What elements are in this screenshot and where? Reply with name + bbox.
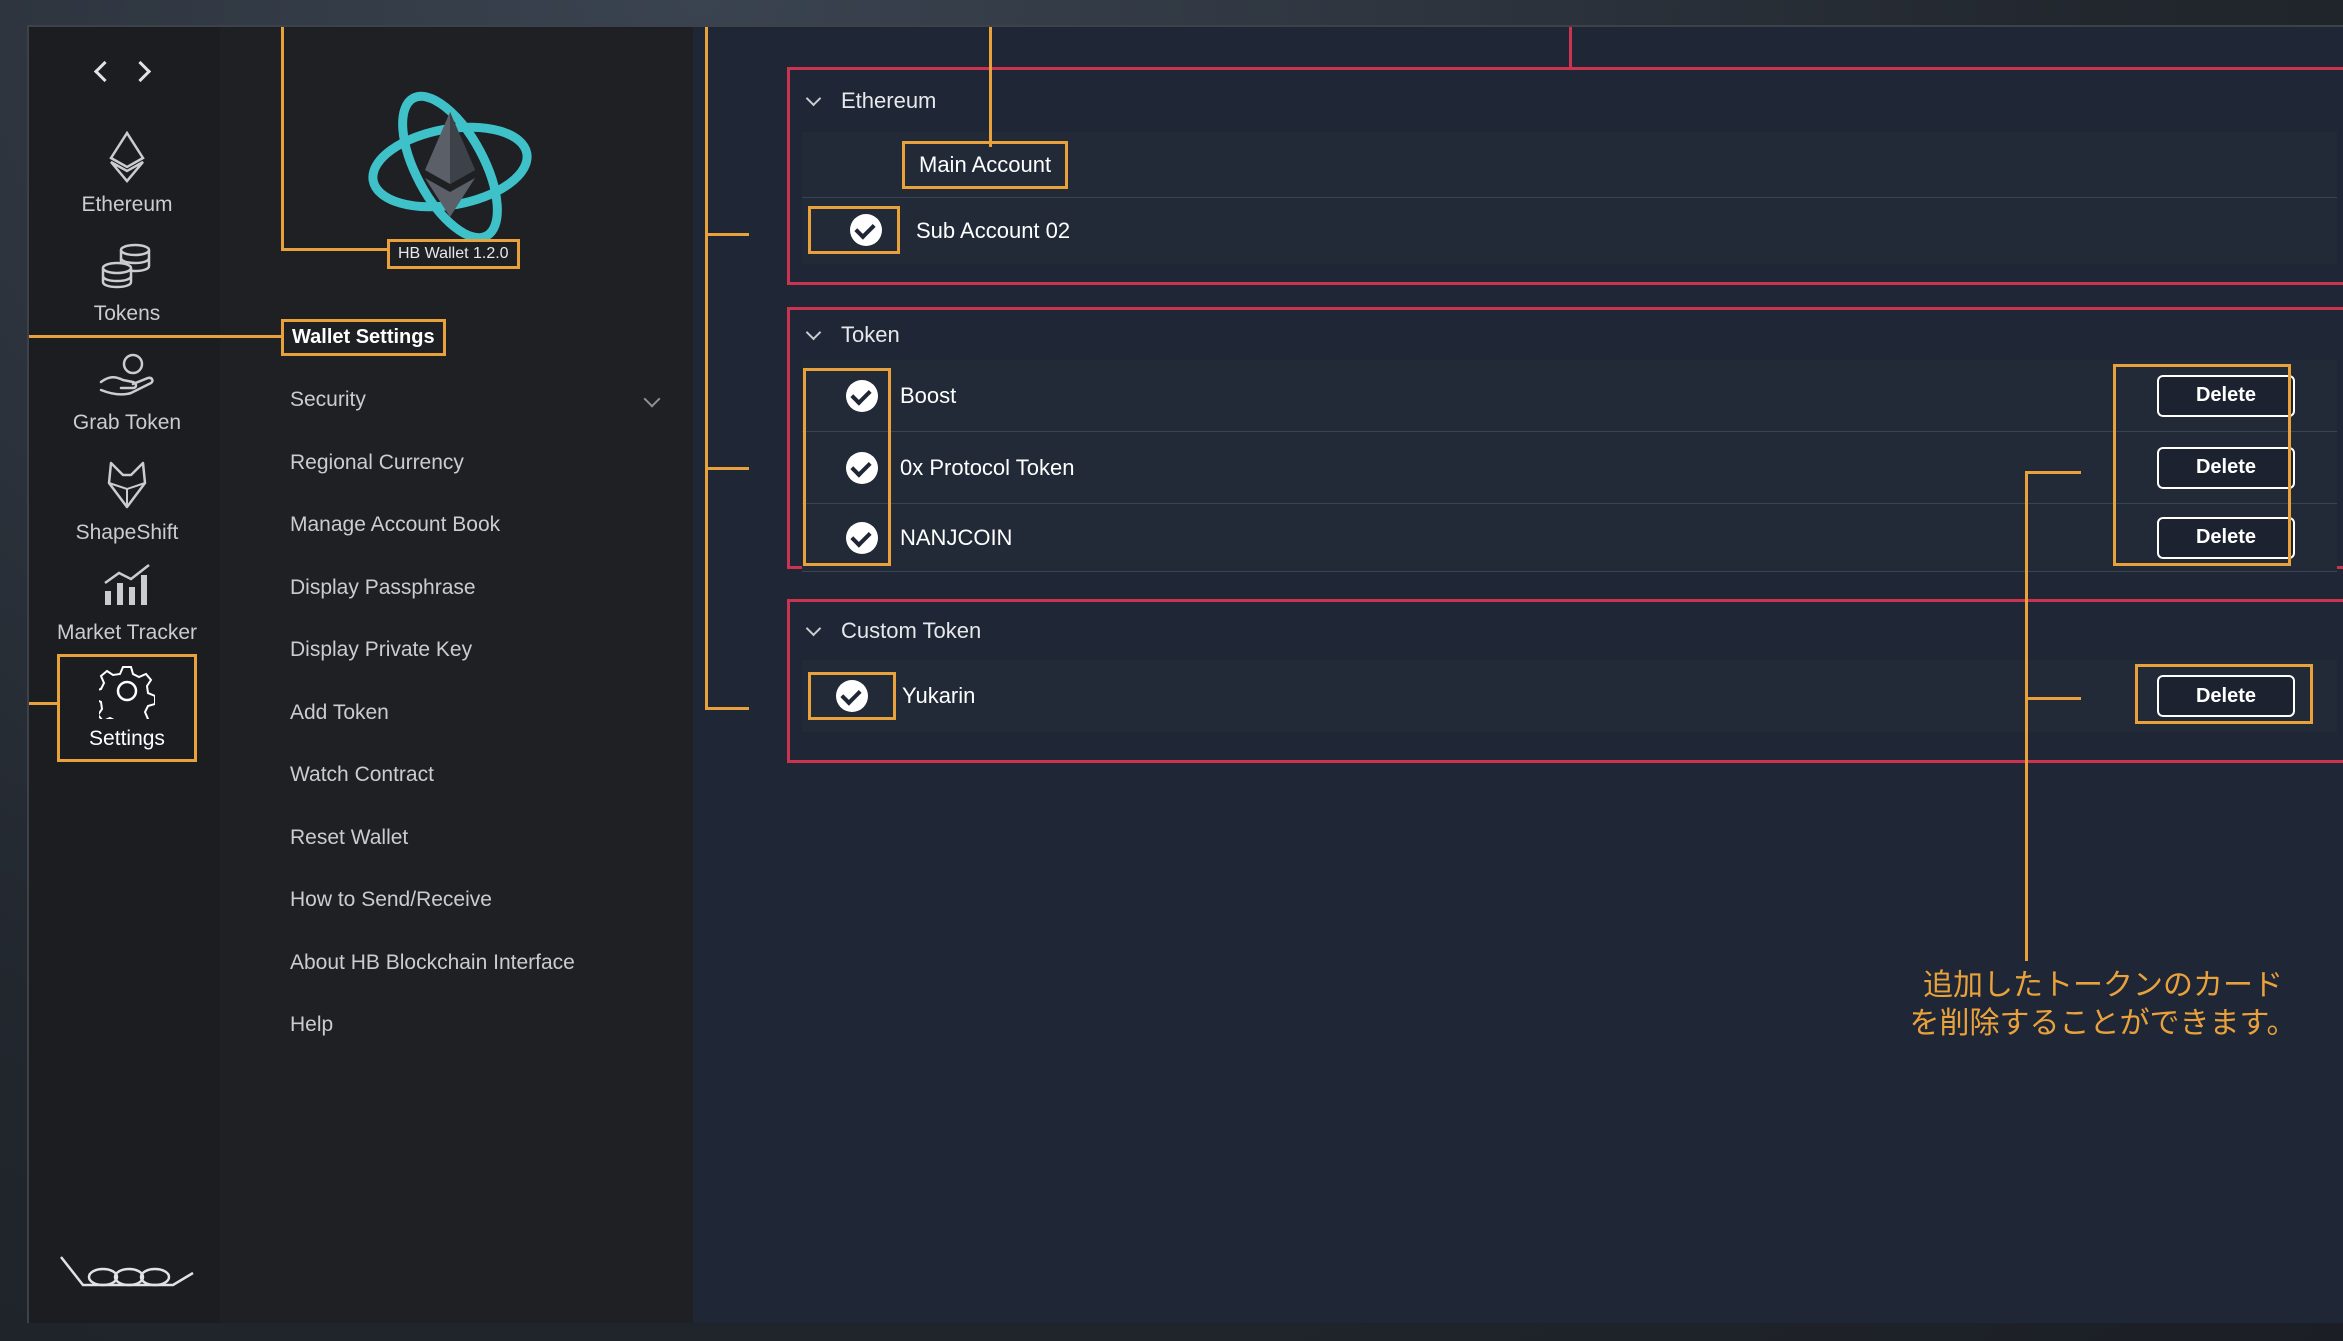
annotation-connector — [281, 248, 389, 251]
ethereum-icon — [97, 127, 157, 187]
main-account-label: Main Account — [902, 140, 1069, 189]
rail-item-grab-token[interactable]: Grab Token — [57, 335, 197, 443]
annotation-line: を削除することができます。 — [1909, 1006, 2297, 1041]
checkmark-icon[interactable] — [836, 680, 868, 712]
chevron-down-icon — [805, 90, 822, 106]
custom-token-check-frame — [808, 672, 896, 720]
annotation-connector — [29, 335, 281, 338]
wallet-settings-title: Wallet Settings — [281, 319, 446, 356]
token-row[interactable]: Boost Delete — [802, 360, 2337, 432]
menu-item-manage-account-book[interactable]: Manage Account Book — [290, 510, 670, 573]
coins-stack-icon — [97, 236, 157, 296]
annotation-connector — [29, 702, 57, 705]
menu-item-how-to-send-receive[interactable]: How to Send/Receive — [290, 885, 670, 948]
main-account-row[interactable]: Main Account — [802, 132, 2337, 198]
token-section-header[interactable]: Token — [790, 310, 2343, 360]
section-title: Ethereum — [841, 88, 937, 113]
annotation-connector — [2025, 471, 2028, 961]
custom-token-section-header[interactable]: Custom Token — [790, 602, 2343, 660]
token-name: Boost — [900, 382, 957, 408]
menu-item-regional-currency[interactable]: Regional Currency — [290, 448, 670, 511]
bar-chart-icon — [97, 555, 157, 615]
ethereum-section-header[interactable]: Ethereum — [790, 70, 2343, 132]
chevron-down-icon — [643, 390, 661, 408]
sub-account-label: Sub Account 02 — [916, 218, 1071, 243]
token-row[interactable]: NANJCOIN Delete — [802, 504, 2337, 572]
delete-button-frame — [2135, 664, 2313, 724]
forward-arrow-icon[interactable] — [131, 59, 155, 83]
annotation-connector — [705, 233, 749, 236]
annotation-connector — [705, 27, 708, 233]
rail-item-label: Grab Token — [72, 411, 182, 434]
section-title: Custom Token — [841, 618, 982, 643]
chevron-down-icon — [805, 620, 822, 636]
rail-item-settings[interactable]: Settings — [57, 654, 197, 762]
annotation-connector — [281, 27, 284, 250]
custom-token-section: Custom Token Yukarin Delete — [787, 599, 2343, 763]
fox-icon — [97, 455, 157, 515]
hb-wallet-logo — [368, 91, 532, 243]
menu-item-display-private-key[interactable]: Display Private Key — [290, 635, 670, 698]
brand-logo — [60, 1256, 194, 1287]
custom-token-row[interactable]: Yukarin Delete — [802, 660, 2337, 732]
annotation-connector — [2025, 471, 2081, 474]
menu-item-add-token[interactable]: Add Token — [290, 698, 670, 761]
rail-item-shapeshift[interactable]: ShapeShift — [57, 445, 197, 553]
annotation-line: 追加したトークンのカード — [1923, 968, 2283, 1003]
rail-item-label: Tokens — [93, 302, 161, 325]
token-section: Token Boost Delete 0x Protocol Token Del… — [787, 307, 2343, 572]
sub-account-check-frame — [808, 206, 900, 254]
ethereum-section: Ethereum Main Account Sub Account 02 — [787, 67, 2343, 285]
token-name: 0x Protocol Token — [900, 454, 1075, 480]
annotation-connector — [705, 467, 749, 470]
annotation-connector — [2025, 697, 2081, 700]
token-name: Yukarin — [902, 683, 976, 708]
annotation-connector — [1569, 27, 1572, 67]
sub-account-row[interactable]: Sub Account 02 — [802, 198, 2337, 264]
annotation-connector — [705, 233, 708, 709]
settings-menu-list: Security Regional Currency Manage Accoun… — [290, 385, 670, 1073]
content-panel: Ethereum Main Account Sub Account 02 Tok… — [693, 27, 2343, 1323]
chevron-down-icon — [805, 324, 822, 340]
back-arrow-icon[interactable] — [91, 59, 115, 83]
token-check-frame — [803, 368, 891, 566]
token-name: NANJCOIN — [900, 524, 1013, 550]
section-title: Token — [841, 322, 900, 347]
delete-buttons-frame — [2113, 364, 2291, 566]
rail-item-label: Ethereum — [81, 193, 173, 216]
menu-item-about[interactable]: About HB Blockchain Interface — [290, 948, 670, 1011]
version-badge: HB Wallet 1.2.0 — [387, 239, 520, 269]
menu-item-reset-wallet[interactable]: Reset Wallet — [290, 823, 670, 886]
annotation-note: 追加したトークンのカード を削除することができます。 — [1793, 967, 2343, 1043]
rail-item-market-tracker[interactable]: Market Tracker — [57, 545, 197, 653]
checkmark-icon[interactable] — [850, 214, 882, 246]
token-row[interactable]: 0x Protocol Token Delete — [802, 432, 2337, 504]
rail-item-label: Market Tracker — [56, 621, 198, 644]
menu-item-label: Security — [290, 388, 366, 411]
annotation-connector — [705, 707, 749, 710]
annotation-connector — [989, 27, 992, 147]
hand-coin-icon — [97, 345, 157, 405]
rail-item-label: ShapeShift — [75, 521, 179, 544]
app-window: Ethereum Tokens Grab Token ShapeShift Ma… — [27, 25, 2343, 1323]
menu-item-watch-contract[interactable]: Watch Contract — [290, 760, 670, 823]
rail-item-tokens[interactable]: Tokens — [57, 226, 197, 334]
screenshot-frame: Ethereum Tokens Grab Token ShapeShift Ma… — [0, 0, 2343, 1341]
history-nav — [91, 59, 155, 83]
menu-item-security[interactable]: Security — [290, 385, 670, 448]
gear-icon — [97, 661, 157, 721]
menu-item-help[interactable]: Help — [290, 1010, 670, 1073]
icon-rail: Ethereum Tokens Grab Token ShapeShift Ma… — [29, 27, 220, 1323]
menu-item-display-passphrase[interactable]: Display Passphrase — [290, 573, 670, 636]
rail-item-ethereum[interactable]: Ethereum — [57, 117, 197, 225]
rail-item-label: Settings — [89, 727, 165, 750]
